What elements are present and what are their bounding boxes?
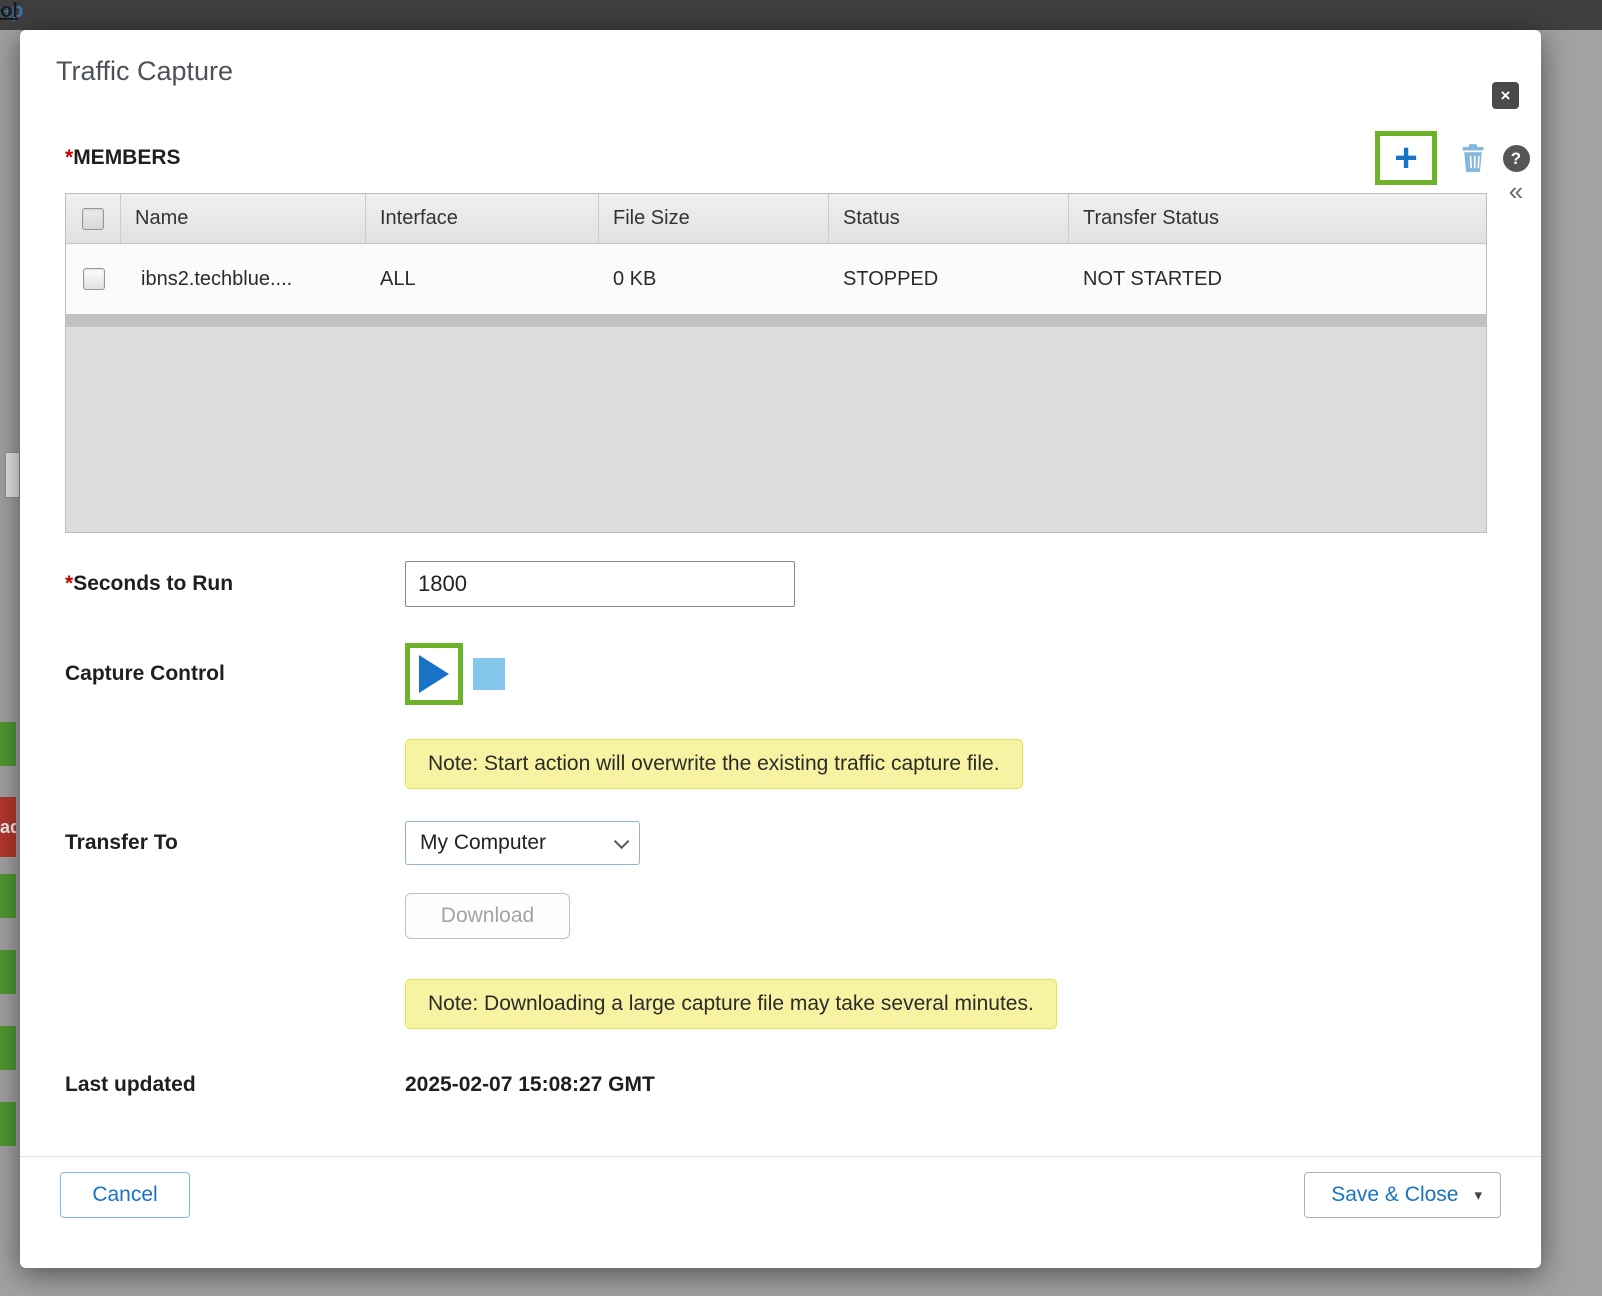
cancel-button[interactable]: Cancel — [60, 1172, 190, 1218]
required-asterisk: * — [65, 146, 73, 169]
last-updated-row: Last updated 2025-02-07 15:08:27 GMT — [65, 1073, 1487, 1097]
start-note: Note: Start action will overwrite the ex… — [405, 739, 1023, 789]
annotation-highlight — [405, 643, 463, 705]
row-cell-transfer-status: NOT STARTED — [1069, 244, 1486, 314]
delete-member-icon[interactable] — [1459, 143, 1487, 173]
row-cell-interface: ALL — [366, 244, 599, 314]
stop-icon[interactable] — [473, 658, 505, 690]
seconds-to-run-row: *Seconds to Run — [65, 561, 1487, 607]
play-icon[interactable] — [419, 655, 449, 693]
members-actions: + — [1375, 131, 1487, 185]
close-icon[interactable]: × — [1492, 82, 1519, 109]
save-and-close-button[interactable]: Save & Close ▾ — [1304, 1172, 1501, 1218]
horizontal-scrollbar[interactable] — [66, 314, 1486, 327]
seconds-to-run-label: *Seconds to Run — [65, 572, 405, 596]
header-cell-interface: Interface — [366, 194, 599, 243]
background-top-bar — [0, 0, 1602, 30]
row-cell-checkbox — [66, 244, 121, 314]
members-label: *MEMBERS — [65, 146, 181, 170]
header-cell-status: Status — [829, 194, 1069, 243]
background-fragment-green — [0, 1026, 16, 1070]
background-fragment-green — [0, 722, 16, 766]
save-and-close-label: Save & Close — [1331, 1183, 1458, 1207]
collapse-panel-icon[interactable]: « — [1499, 178, 1533, 204]
required-asterisk: * — [65, 572, 73, 595]
transfer-to-select[interactable]: My Computer — [405, 821, 640, 865]
add-member-icon[interactable]: + — [1394, 138, 1417, 178]
transfer-to-label: Transfer To — [65, 831, 405, 855]
last-updated-label: Last updated — [65, 1073, 405, 1097]
last-updated-value: 2025-02-07 15:08:27 GMT — [405, 1073, 655, 1097]
help-icon[interactable]: ? — [1503, 145, 1530, 172]
capture-control-label: Capture Control — [65, 662, 405, 686]
transfer-to-row: Transfer To My Computer — [65, 821, 1487, 865]
start-note-row: Note: Start action will overwrite the ex… — [405, 739, 1487, 789]
members-header-row: *MEMBERS + — [65, 131, 1487, 185]
dialog-header: Traffic Capture × ? « — [20, 30, 1541, 87]
header-cell-name: Name — [121, 194, 366, 243]
dialog-footer: Cancel Save & Close ▾ — [20, 1156, 1541, 1268]
members-table: Name Interface File Size Status Transfer… — [65, 193, 1487, 533]
transfer-to-value: My Computer — [420, 831, 546, 855]
table-row[interactable]: ibns2.techblue.... ALL 0 KB STOPPED NOT … — [66, 244, 1486, 314]
header-cell-transfer-status: Transfer Status — [1069, 194, 1486, 243]
download-button[interactable]: Download — [405, 893, 570, 939]
save-options-caret-icon[interactable]: ▾ — [1474, 1186, 1482, 1204]
chevron-down-icon — [614, 833, 630, 849]
download-note-row: Note: Downloading a large capture file m… — [405, 979, 1487, 1029]
background-fragment-box — [5, 452, 20, 498]
capture-controls — [405, 643, 505, 705]
background-fragment-text: ol — [0, 0, 18, 23]
download-note: Note: Downloading a large capture file m… — [405, 979, 1057, 1029]
header-cell-checkbox — [66, 194, 121, 243]
table-header-row: Name Interface File Size Status Transfer… — [66, 194, 1486, 244]
background-fragment-green — [0, 874, 16, 918]
capture-control-row: Capture Control — [65, 643, 1487, 705]
background-fragment-red: ad — [0, 797, 16, 857]
row-checkbox[interactable] — [83, 268, 105, 290]
background-fragment-green — [0, 1102, 16, 1146]
dialog-side-icons: ? « — [1499, 145, 1533, 204]
table-empty-area — [66, 327, 1486, 532]
row-cell-status: STOPPED — [829, 244, 1069, 314]
seconds-to-run-input[interactable] — [405, 561, 795, 607]
select-all-checkbox[interactable] — [82, 208, 104, 230]
background-fragment-green — [0, 950, 16, 994]
annotation-highlight: + — [1375, 131, 1437, 185]
traffic-capture-dialog: Traffic Capture × ? « *MEMBERS + Name In… — [20, 30, 1541, 1268]
row-cell-name: ibns2.techblue.... — [121, 244, 366, 314]
page-title: Traffic Capture — [56, 56, 1505, 87]
header-cell-file-size: File Size — [599, 194, 829, 243]
download-row: Download — [65, 893, 1487, 939]
row-cell-file-size: 0 KB — [599, 244, 829, 314]
